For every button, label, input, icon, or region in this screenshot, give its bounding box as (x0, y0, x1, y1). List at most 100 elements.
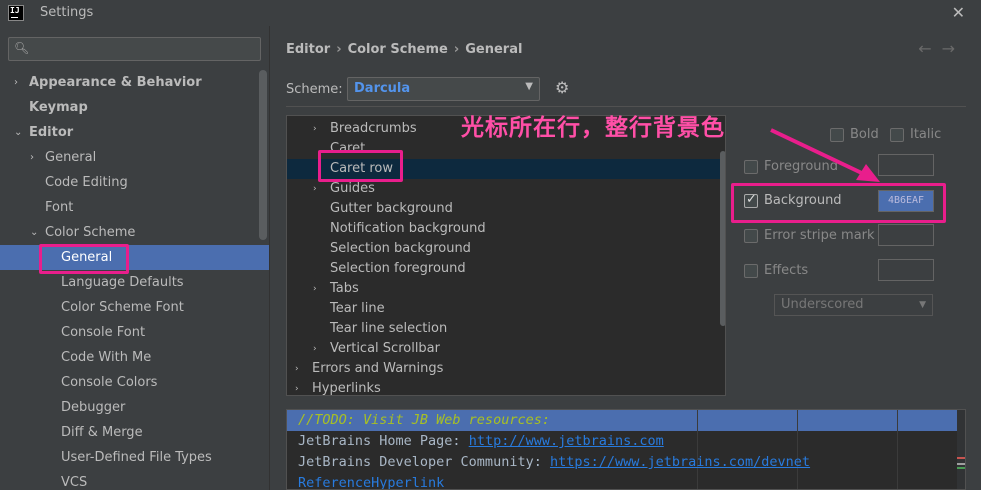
chevron-right-icon[interactable]: › (30, 145, 34, 170)
attribute-label: Notification background (330, 221, 486, 236)
chevron-down-icon: ▼ (919, 300, 926, 310)
sidebar-item[interactable]: Color Scheme Font (0, 295, 270, 320)
scheme-dropdown[interactable]: Darcula ▼ (347, 77, 540, 101)
chevron-right-icon[interactable]: › (14, 70, 18, 95)
attribute-label: Selection foreground (330, 261, 466, 276)
sidebar-item-label: Console Font (61, 325, 146, 340)
preview-line-community: JetBrains Developer Community: https://w… (298, 452, 810, 473)
community-label: JetBrains Developer Community: (298, 454, 550, 470)
warning-marker (957, 463, 965, 465)
settings-tree: › Appearance & Behavior Keymap ⌄ Editor › Gene… (0, 70, 270, 490)
sidebar-item[interactable]: Diff & Merge (0, 420, 270, 445)
reference-hyperlink[interactable]: ReferenceHyperlink (298, 475, 444, 489)
attribute-item[interactable]: › Errors and Warnings (287, 359, 725, 379)
sidebar-item[interactable]: Code Editing (0, 170, 270, 195)
attribute-item[interactable]: Notification background (287, 219, 725, 239)
italic-option[interactable]: Italic (890, 127, 941, 142)
effects-checkbox[interactable] (744, 263, 758, 278)
close-icon[interactable]: ✕ (952, 3, 965, 22)
error-marker (957, 457, 965, 459)
chevron-down-icon: ▼ (525, 81, 533, 92)
forward-icon[interactable]: → (942, 39, 965, 58)
attribute-label: Breadcrumbs (330, 121, 417, 136)
chevron-down-icon[interactable]: ⌄ (30, 220, 38, 245)
sidebar-item[interactable]: › General (0, 145, 270, 170)
sidebar-item[interactable]: VCS (0, 470, 270, 490)
sidebar-item-label: Keymap (29, 100, 88, 115)
attribute-item[interactable]: Gutter background (287, 199, 725, 219)
sidebar-scrollbar[interactable] (259, 70, 267, 240)
sidebar-item[interactable]: Console Font (0, 320, 270, 345)
gear-icon[interactable]: ⚙ (555, 78, 569, 97)
attributes-scrollbar[interactable] (720, 151, 725, 326)
sidebar-item[interactable]: Code With Me (0, 345, 270, 370)
sidebar-item[interactable]: Font (0, 195, 270, 220)
foreground-option[interactable]: Foreground (744, 159, 838, 174)
italic-checkbox[interactable] (890, 127, 904, 142)
guide-line (897, 410, 898, 489)
attribute-item[interactable]: › Tabs (287, 279, 725, 299)
title-bar: IJ Settings ✕ (0, 0, 981, 26)
sidebar-item[interactable]: Keymap (0, 95, 270, 120)
sidebar-item[interactable]: ⌄ Color Scheme (0, 220, 270, 245)
sidebar-item-label: Console Colors (61, 375, 158, 390)
chevron-right-icon[interactable]: › (313, 179, 317, 199)
preview-line-todo: //TODO: Visit JB Web resources: (298, 410, 550, 431)
chevron-down-icon[interactable]: ⌄ (14, 120, 22, 145)
divider (286, 106, 966, 107)
attribute-item[interactable]: › Guides (287, 179, 725, 199)
back-icon[interactable]: ← (918, 39, 941, 58)
sidebar-item[interactable]: Console Colors (0, 370, 270, 395)
annotation-box-caret-row (318, 150, 403, 182)
attribute-label: Selection background (330, 241, 471, 256)
attribute-label: Gutter background (330, 201, 453, 216)
attribute-item[interactable]: Tear line selection (287, 319, 725, 339)
attribute-item[interactable]: Selection background (287, 239, 725, 259)
sidebar-item[interactable]: › Appearance & Behavior (0, 70, 270, 95)
chevron-right-icon[interactable]: › (313, 119, 317, 139)
attribute-item[interactable]: › Hyperlinks (287, 379, 725, 395)
guide-line (797, 410, 798, 489)
bold-option[interactable]: Bold (830, 127, 879, 142)
chevron-right-icon[interactable]: › (295, 359, 299, 379)
preview-editor[interactable]: //TODO: Visit JB Web resources: JetBrain… (286, 409, 966, 490)
effects-option[interactable]: Effects (744, 263, 808, 278)
breadcrumb-separator: › (453, 42, 460, 57)
italic-label: Italic (910, 127, 942, 142)
attribute-item[interactable]: Selection foreground (287, 259, 725, 279)
sidebar-item-label: Font (45, 200, 74, 215)
effects-color-swatch[interactable] (878, 259, 934, 281)
error-stripe-color-swatch[interactable] (878, 224, 934, 246)
sidebar-item[interactable]: ⌄ Editor (0, 120, 270, 145)
attribute-item[interactable]: › Vertical Scrollbar (287, 339, 725, 359)
home-page-link[interactable]: http://www.jetbrains.com (469, 433, 664, 449)
bold-checkbox[interactable] (830, 127, 844, 142)
app-icon-text: IJ (10, 6, 20, 15)
breadcrumb-editor[interactable]: Editor (286, 42, 330, 57)
attribute-label: Guides (330, 181, 375, 196)
chevron-right-icon[interactable]: › (313, 279, 317, 299)
sidebar-item-label: Color Scheme Font (61, 300, 184, 315)
attribute-item[interactable]: Tear line (287, 299, 725, 319)
error-stripe-checkbox[interactable] (744, 228, 758, 243)
bold-label: Bold (850, 127, 879, 142)
sidebar-item[interactable]: Debugger (0, 395, 270, 420)
community-link[interactable]: https://www.jetbrains.com/devnet (550, 454, 810, 470)
chevron-right-icon[interactable]: › (313, 339, 317, 359)
breadcrumb-color-scheme[interactable]: Color Scheme (348, 42, 448, 57)
preview-scrollbar[interactable] (957, 410, 965, 489)
breadcrumb-general: General (465, 42, 523, 57)
attribute-label: Errors and Warnings (312, 361, 444, 376)
foreground-checkbox[interactable] (744, 159, 758, 174)
scheme-label: Scheme: (286, 82, 343, 97)
foreground-color-swatch[interactable] (878, 154, 934, 176)
error-stripe-option[interactable]: Error stripe mark (744, 228, 875, 243)
settings-search[interactable]: 🔍︎ (8, 37, 261, 61)
annotation-box-background (731, 183, 946, 223)
breadcrumb-separator: › (336, 42, 342, 57)
preview-line-home: JetBrains Home Page: http://www.jetbrain… (298, 431, 664, 452)
search-input[interactable] (33, 40, 253, 58)
chevron-right-icon[interactable]: › (295, 379, 299, 395)
sidebar-item[interactable]: User-Defined File Types (0, 445, 270, 470)
effect-type-dropdown[interactable]: Underscored ▼ (774, 294, 933, 316)
